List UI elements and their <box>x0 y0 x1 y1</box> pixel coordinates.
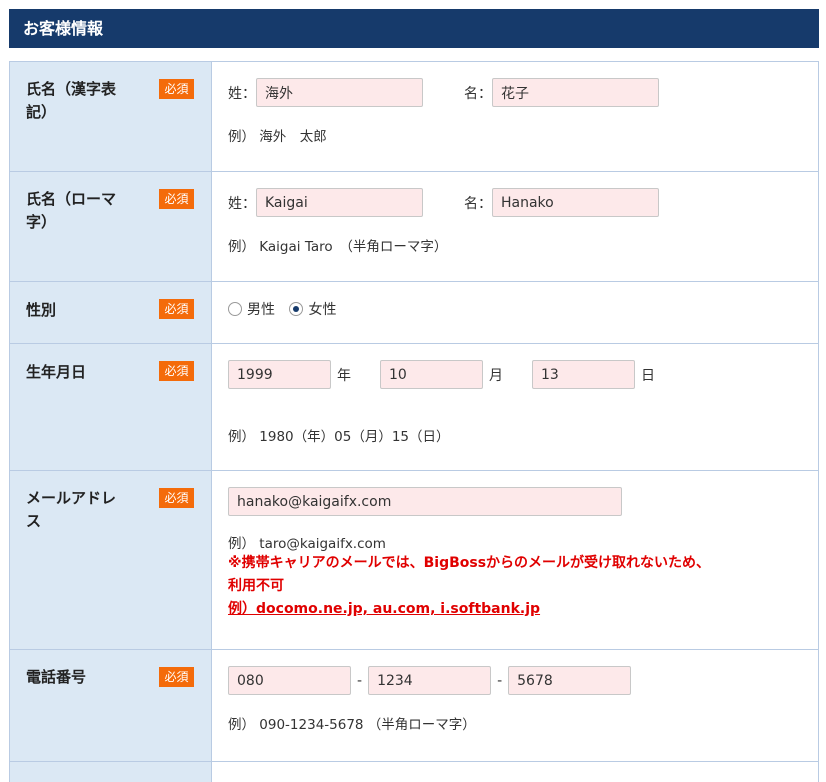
input-cell: 姓： 名： 例） Kaigai Taro （半角ローマ字） <box>212 172 819 281</box>
section-title: お客様情報 <box>23 19 104 38</box>
birth-day-input[interactable] <box>532 360 635 389</box>
phone-part2-input[interactable] <box>368 666 492 695</box>
required-badge: 必須 <box>159 189 194 209</box>
input-cell: 例） taro@kaigaifx.com ※携帯キャリアのメールでは、BigBo… <box>212 471 819 649</box>
example-text: 例） 海外 太郎 <box>228 129 327 145</box>
phone-part1-input[interactable] <box>228 666 351 695</box>
section-header: お客様情報 <box>9 9 819 48</box>
required-badge: 必須 <box>159 361 194 381</box>
example-text: 例） taro@kaigaifx.com <box>228 536 386 552</box>
field-label-gender: 性別 <box>26 301 57 319</box>
required-badge: 必須 <box>159 79 194 99</box>
required-badge: 必須 <box>159 299 194 319</box>
row-birthdate: 生年月日 必須 年 月 日 例） 1980（年）05（月）15（日） <box>9 344 819 471</box>
day-unit: 日 <box>641 367 655 384</box>
phone-separator: - <box>497 672 503 689</box>
first-name-kanji-input[interactable] <box>492 78 659 107</box>
email-input[interactable] <box>228 487 622 516</box>
label-cell: 性別 必須 <box>9 282 212 343</box>
gender-option-male[interactable]: 男性 <box>228 299 275 319</box>
input-cell <box>212 762 819 782</box>
last-name-label: 姓： <box>228 85 256 102</box>
gender-option-label: 女性 <box>308 302 337 318</box>
last-name-roman-input[interactable] <box>256 188 423 217</box>
birth-month-input[interactable] <box>380 360 483 389</box>
required-badge: 必須 <box>159 667 194 687</box>
label-cell: メールアドレス 必須 <box>9 471 212 649</box>
last-name-kanji-input[interactable] <box>256 78 423 107</box>
input-cell: 年 月 日 例） 1980（年）05（月）15（日） <box>212 344 819 470</box>
carrier-warning: ※携帯キャリアのメールでは、BigBossからのメールが受け取れないため、 <box>228 555 711 571</box>
label-cell: 電話番号 必須 <box>9 650 212 761</box>
example-text: 例） 1980（年）05（月）15（日） <box>228 429 450 445</box>
label-cell <box>9 762 212 782</box>
month-unit: 月 <box>489 367 503 384</box>
example-text: 例） 090-1234-5678 （半角ローマ字） <box>228 717 476 733</box>
gender-option-female[interactable]: 女性 <box>289 299 336 319</box>
row-gender: 性別 必須 男性 女性 <box>9 282 819 344</box>
label-cell: 氏名（漢字表記） 必須 <box>9 62 212 171</box>
row-phone: 電話番号 必須 - - 例） 090-1234-5678 （半角ローマ字） <box>9 650 819 762</box>
customer-info-form: 氏名（漢字表記） 必須 姓： 名： 例） 海外 太郎 氏名（ローマ字） 必須 姓… <box>9 61 819 782</box>
row-name-kanji: 氏名（漢字表記） 必須 姓： 名： 例） 海外 太郎 <box>9 62 819 172</box>
field-label-name-kanji: 氏名（漢字表記） <box>26 80 117 121</box>
field-label-name-roman: 氏名（ローマ字） <box>26 190 117 231</box>
label-cell: 生年月日 必須 <box>9 344 212 470</box>
radio-button-selected[interactable] <box>289 302 304 316</box>
gender-option-label: 男性 <box>247 302 275 318</box>
phone-part3-input[interactable] <box>508 666 632 695</box>
first-name-label: 名： <box>464 85 492 102</box>
phone-separator: - <box>357 672 363 689</box>
label-cell: 氏名（ローマ字） 必須 <box>9 172 212 281</box>
input-cell: 姓： 名： 例） 海外 太郎 <box>212 62 819 171</box>
input-cell: 男性 女性 <box>212 282 819 343</box>
year-unit: 年 <box>337 367 351 384</box>
required-badge: 必須 <box>159 488 194 508</box>
carrier-domain-list: 例）docomo.ne.jp, au.com, i.softbank.jp <box>228 601 541 617</box>
field-label-email: メールアドレス <box>26 489 117 530</box>
first-name-roman-input[interactable] <box>492 188 659 217</box>
first-name-label: 名： <box>464 195 492 212</box>
example-text: 例） Kaigai Taro （半角ローマ字） <box>228 239 448 255</box>
row-email: メールアドレス 必須 例） taro@kaigaifx.com ※携帯キャリアの… <box>9 471 819 650</box>
row-name-roman: 氏名（ローマ字） 必須 姓： 名： 例） Kaigai Taro （半角ローマ字… <box>9 172 819 282</box>
birth-year-input[interactable] <box>228 360 331 389</box>
radio-button[interactable] <box>228 302 242 316</box>
carrier-warning-cont: 利用不可 <box>228 578 284 594</box>
row-next-partial <box>9 762 819 782</box>
input-cell: - - 例） 090-1234-5678 （半角ローマ字） <box>212 650 819 761</box>
field-label-phone: 電話番号 <box>26 668 87 686</box>
field-label-birthdate: 生年月日 <box>26 363 87 381</box>
last-name-label: 姓： <box>228 195 256 212</box>
